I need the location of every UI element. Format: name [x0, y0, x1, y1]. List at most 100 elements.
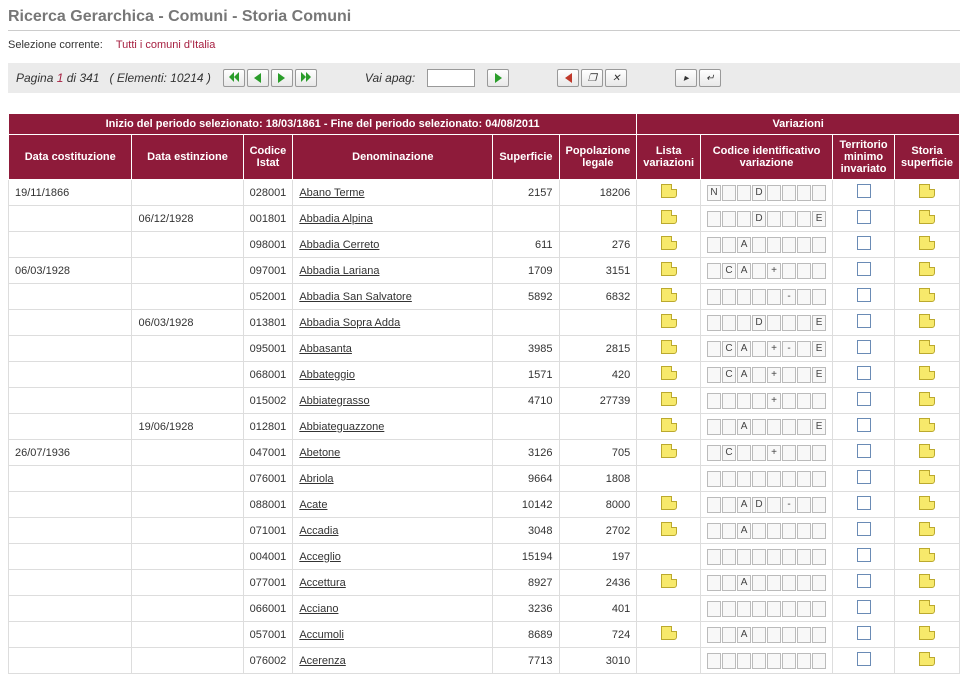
- note-icon[interactable]: [919, 262, 935, 276]
- goto-page-input[interactable]: [427, 69, 475, 87]
- copy-button[interactable]: ❐: [581, 69, 603, 87]
- checkbox-icon[interactable]: [857, 548, 871, 562]
- code-box: [722, 237, 736, 253]
- note-icon[interactable]: [919, 366, 935, 380]
- denom-link[interactable]: Accumoli: [299, 629, 344, 641]
- note-icon[interactable]: [919, 184, 935, 198]
- note-icon[interactable]: [919, 340, 935, 354]
- checkbox-icon[interactable]: [857, 418, 871, 432]
- denom-link[interactable]: Abetone: [299, 447, 340, 459]
- denom-link[interactable]: Abbadia Lariana: [299, 265, 379, 277]
- denom-link[interactable]: Abano Terme: [299, 187, 364, 199]
- note-icon[interactable]: [919, 496, 935, 510]
- cell-denominazione: Abbadia Sopra Adda: [293, 310, 493, 336]
- goto-page-button[interactable]: [487, 69, 509, 87]
- export-button[interactable]: ✕: [605, 69, 627, 87]
- checkbox-icon[interactable]: [857, 236, 871, 250]
- checkbox-icon[interactable]: [857, 392, 871, 406]
- checkbox-icon[interactable]: [857, 496, 871, 510]
- cell-data-costituzione: [9, 336, 132, 362]
- denom-link[interactable]: Abbadia Cerreto: [299, 239, 379, 251]
- checkbox-icon[interactable]: [857, 600, 871, 614]
- checkbox-icon[interactable]: [857, 522, 871, 536]
- cell-codice-identificativo: -: [701, 284, 833, 310]
- denom-link[interactable]: Abbateggio: [299, 369, 355, 381]
- note-icon[interactable]: [919, 626, 935, 640]
- denom-link[interactable]: Abbadia Sopra Adda: [299, 317, 400, 329]
- checkbox-icon[interactable]: [857, 574, 871, 588]
- tool-a-button[interactable]: ▸: [675, 69, 697, 87]
- checkbox-icon[interactable]: [857, 444, 871, 458]
- note-icon[interactable]: [919, 652, 935, 666]
- checkbox-icon[interactable]: [857, 652, 871, 666]
- denom-link[interactable]: Acerenza: [299, 655, 345, 667]
- code-box: [767, 185, 781, 201]
- note-icon[interactable]: [919, 548, 935, 562]
- note-icon[interactable]: [661, 366, 677, 380]
- note-icon[interactable]: [661, 184, 677, 198]
- last-page-button[interactable]: [295, 69, 317, 87]
- note-icon[interactable]: [661, 418, 677, 432]
- note-icon[interactable]: [919, 444, 935, 458]
- code-box: [707, 237, 721, 253]
- table-row: 057001Accumoli8689724A: [9, 622, 960, 648]
- first-page-button[interactable]: [223, 69, 245, 87]
- denom-link[interactable]: Abbiateguazzone: [299, 421, 384, 433]
- denom-link[interactable]: Acate: [299, 499, 327, 511]
- denom-link[interactable]: Abbasanta: [299, 343, 352, 355]
- denom-link[interactable]: Abbiategrasso: [299, 395, 369, 407]
- code-box: [752, 419, 766, 435]
- back-button[interactable]: [557, 69, 579, 87]
- tool-b-button[interactable]: ↵: [699, 69, 721, 87]
- code-box: E: [812, 419, 826, 435]
- denom-link[interactable]: Acciano: [299, 603, 338, 615]
- denom-link[interactable]: Abriola: [299, 473, 333, 485]
- pager-el-label: ( Elementi:: [109, 71, 166, 85]
- checkbox-icon[interactable]: [857, 366, 871, 380]
- checkbox-icon[interactable]: [857, 340, 871, 354]
- denom-link[interactable]: Accettura: [299, 577, 345, 589]
- code-box: C: [722, 445, 736, 461]
- note-icon[interactable]: [661, 262, 677, 276]
- note-icon[interactable]: [919, 236, 935, 250]
- note-icon[interactable]: [919, 210, 935, 224]
- note-icon[interactable]: [919, 392, 935, 406]
- note-icon[interactable]: [661, 392, 677, 406]
- note-icon[interactable]: [919, 470, 935, 484]
- checkbox-icon[interactable]: [857, 470, 871, 484]
- checkbox-icon[interactable]: [857, 314, 871, 328]
- note-icon[interactable]: [919, 288, 935, 302]
- denom-link[interactable]: Accadia: [299, 525, 338, 537]
- note-icon[interactable]: [661, 288, 677, 302]
- checkbox-icon[interactable]: [857, 262, 871, 276]
- checkbox-icon[interactable]: [857, 184, 871, 198]
- denom-link[interactable]: Acceglio: [299, 551, 341, 563]
- note-icon[interactable]: [661, 340, 677, 354]
- table-row: 19/06/1928012801AbbiateguazzoneAE: [9, 414, 960, 440]
- note-icon[interactable]: [661, 444, 677, 458]
- next-page-button[interactable]: [271, 69, 293, 87]
- note-icon[interactable]: [661, 236, 677, 250]
- note-icon[interactable]: [661, 574, 677, 588]
- checkbox-icon[interactable]: [857, 210, 871, 224]
- checkbox-icon[interactable]: [857, 626, 871, 640]
- denom-link[interactable]: Abbadia Alpina: [299, 213, 372, 225]
- note-icon[interactable]: [661, 210, 677, 224]
- note-icon[interactable]: [919, 574, 935, 588]
- note-icon[interactable]: [919, 522, 935, 536]
- note-icon[interactable]: [919, 600, 935, 614]
- code-box: [737, 445, 751, 461]
- prev-page-button[interactable]: [247, 69, 269, 87]
- note-icon[interactable]: [661, 314, 677, 328]
- checkbox-icon[interactable]: [857, 288, 871, 302]
- col-codice-istat: Codice Istat: [243, 135, 293, 180]
- note-icon[interactable]: [919, 314, 935, 328]
- cell-data-costituzione: [9, 648, 132, 674]
- code-box: [782, 419, 796, 435]
- note-icon[interactable]: [661, 626, 677, 640]
- note-icon[interactable]: [661, 496, 677, 510]
- code-boxes: CA+E: [707, 367, 826, 383]
- note-icon[interactable]: [661, 522, 677, 536]
- denom-link[interactable]: Abbadia San Salvatore: [299, 291, 412, 303]
- note-icon[interactable]: [919, 418, 935, 432]
